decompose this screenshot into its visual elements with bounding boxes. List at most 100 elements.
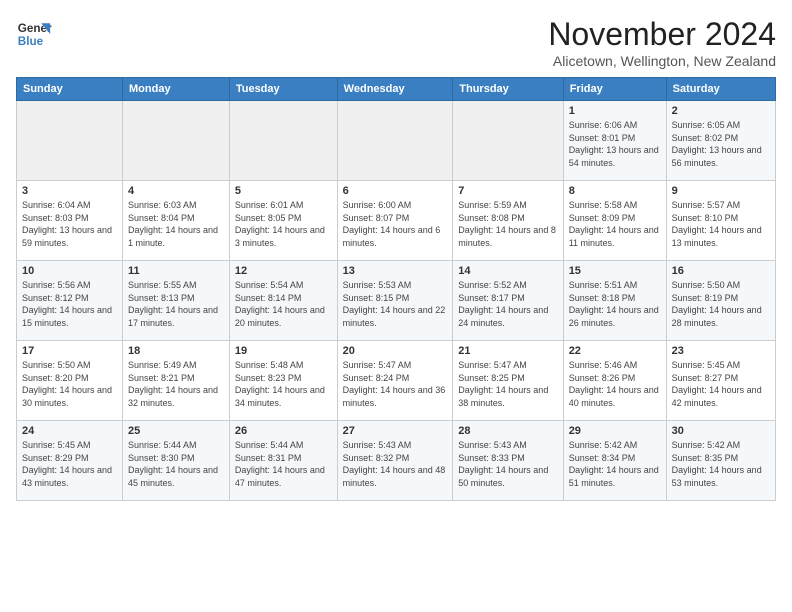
day-info: Sunrise: 5:50 AM Sunset: 8:20 PM Dayligh…	[22, 359, 117, 409]
day-number: 6	[343, 185, 448, 197]
day-number: 24	[22, 425, 117, 437]
day-number: 26	[235, 425, 332, 437]
day-info: Sunrise: 6:03 AM Sunset: 8:04 PM Dayligh…	[128, 199, 224, 249]
day-info: Sunrise: 5:47 AM Sunset: 8:25 PM Dayligh…	[458, 359, 557, 409]
table-row: 30Sunrise: 5:42 AM Sunset: 8:35 PM Dayli…	[666, 421, 775, 501]
day-number: 5	[235, 185, 332, 197]
day-number: 16	[672, 265, 770, 277]
table-row: 4 Sunrise: 6:03 AM Sunset: 8:04 PM Daylig…	[123, 181, 230, 261]
col-friday: Friday	[563, 78, 666, 101]
day-info: Sunrise: 5:59 AM Sunset: 8:08 PM Dayligh…	[458, 199, 557, 249]
day-info: Sunrise: 5:49 AM Sunset: 8:21 PM Dayligh…	[128, 359, 224, 409]
svg-text:Blue: Blue	[18, 35, 44, 48]
calendar-week-5: 24 Sunrise: 5:45 AM Sunset: 8:29 PM Dayli…	[17, 421, 776, 501]
day-info: Sunrise: 5:52 AM Sunset: 8:17 PM Dayligh…	[458, 279, 557, 329]
table-row: 22 Sunrise: 5:46 AM Sunset: 8:26 PM Dayli…	[563, 341, 666, 421]
day-info: Sunrise: 5:46 AM Sunset: 8:26 PM Dayligh…	[569, 359, 661, 409]
day-number: 20	[343, 345, 448, 357]
day-number: 10	[22, 265, 117, 277]
day-info: Sunrise: 5:45 AM Sunset: 8:29 PM Dayligh…	[22, 439, 117, 489]
day-info: Sunrise: 5:55 AM Sunset: 8:13 PM Dayligh…	[128, 279, 224, 329]
logo-icon: General Blue	[16, 16, 52, 52]
table-row: 17 Sunrise: 5:50 AM Sunset: 8:20 PM Dayli…	[17, 341, 123, 421]
day-number: 8	[569, 185, 661, 197]
table-row: 12 Sunrise: 5:54 AM Sunset: 8:14 PM Dayli…	[229, 261, 337, 341]
table-row: 3 Sunrise: 6:04 AM Sunset: 8:03 PM Daylig…	[17, 181, 123, 261]
day-number: 27	[343, 425, 448, 437]
day-info: Sunrise: 5:43 AM Sunset: 8:32 PM Dayligh…	[343, 439, 448, 489]
table-row: 9 Sunrise: 5:57 AM Sunset: 8:10 PM Daylig…	[666, 181, 775, 261]
table-row: 29 Sunrise: 5:42 AM Sunset: 8:34 PM Dayli…	[563, 421, 666, 501]
day-info: Sunrise: 5:43 AM Sunset: 8:33 PM Dayligh…	[458, 439, 557, 489]
table-row: 25Sunrise: 5:44 AM Sunset: 8:30 PM Dayli…	[123, 421, 230, 501]
day-number: 9	[672, 185, 770, 197]
table-row: 18 Sunrise: 5:49 AM Sunset: 8:21 PM Dayli…	[123, 341, 230, 421]
day-number: 11	[128, 265, 224, 277]
day-number: 28	[458, 425, 557, 437]
table-row: 13 Sunrise: 5:53 AM Sunset: 8:15 PM Dayli…	[337, 261, 453, 341]
day-info: Sunrise: 5:45 AM Sunset: 8:27 PM Dayligh…	[672, 359, 770, 409]
table-row: 15 Sunrise: 5:51 AM Sunset: 8:18 PM Dayli…	[563, 261, 666, 341]
table-row: 14 Sunrise: 5:52 AM Sunset: 8:17 PM Dayli…	[453, 261, 563, 341]
day-number: 14	[458, 265, 557, 277]
col-sunday: Sunday	[17, 78, 123, 101]
day-info: Sunrise: 6:05 AM Sunset: 8:02 PM Dayligh…	[672, 119, 770, 169]
table-row: 2 Sunrise: 6:05 AM Sunset: 8:02 PM Daylig…	[666, 101, 775, 181]
day-number: 3	[22, 185, 117, 197]
day-info: Sunrise: 5:42 AM Sunset: 8:35 PM Dayligh…	[672, 439, 770, 489]
day-number: 1	[569, 105, 661, 117]
day-number: 22	[569, 345, 661, 357]
col-wednesday: Wednesday	[337, 78, 453, 101]
col-tuesday: Tuesday	[229, 78, 337, 101]
day-number: 23	[672, 345, 770, 357]
day-info: Sunrise: 5:57 AM Sunset: 8:10 PM Dayligh…	[672, 199, 770, 249]
day-info: Sunrise: 5:54 AM Sunset: 8:14 PM Dayligh…	[235, 279, 332, 329]
day-number: 25	[128, 425, 224, 437]
day-number: 4	[128, 185, 224, 197]
day-info: Sunrise: 6:00 AM Sunset: 8:07 PM Dayligh…	[343, 199, 448, 249]
day-info: Sunrise: 5:50 AM Sunset: 8:19 PM Dayligh…	[672, 279, 770, 329]
day-info: Sunrise: 5:47 AM Sunset: 8:24 PM Dayligh…	[343, 359, 448, 409]
day-info: Sunrise: 5:53 AM Sunset: 8:15 PM Dayligh…	[343, 279, 448, 329]
col-monday: Monday	[123, 78, 230, 101]
table-row: 24 Sunrise: 5:45 AM Sunset: 8:29 PM Dayli…	[17, 421, 123, 501]
calendar-week-3: 10 Sunrise: 5:56 AM Sunset: 8:12 PM Dayli…	[17, 261, 776, 341]
day-info: Sunrise: 6:06 AM Sunset: 8:01 PM Dayligh…	[569, 119, 661, 169]
day-info: Sunrise: 6:04 AM Sunset: 8:03 PM Dayligh…	[22, 199, 117, 249]
day-info: Sunrise: 5:56 AM Sunset: 8:12 PM Dayligh…	[22, 279, 117, 329]
table-row	[17, 101, 123, 181]
day-number: 2	[672, 105, 770, 117]
calendar-week-4: 17 Sunrise: 5:50 AM Sunset: 8:20 PM Dayli…	[17, 341, 776, 421]
day-info: Sunrise: 5:42 AM Sunset: 8:34 PM Dayligh…	[569, 439, 661, 489]
header: General Blue November 2024 Alicetown, We…	[16, 16, 776, 69]
calendar-week-1: 1 Sunrise: 6:06 AM Sunset: 8:01 PM Daylig…	[17, 101, 776, 181]
calendar-title: November 2024	[548, 16, 776, 53]
day-number: 29	[569, 425, 661, 437]
table-row: 23 Sunrise: 5:45 AM Sunset: 8:27 PM Dayli…	[666, 341, 775, 421]
table-row: 7Sunrise: 5:59 AM Sunset: 8:08 PM Daylig…	[453, 181, 563, 261]
table-row	[123, 101, 230, 181]
day-number: 15	[569, 265, 661, 277]
day-number: 21	[458, 345, 557, 357]
table-row	[229, 101, 337, 181]
table-row: 16 Sunrise: 5:50 AM Sunset: 8:19 PM Dayli…	[666, 261, 775, 341]
day-number: 13	[343, 265, 448, 277]
day-number: 12	[235, 265, 332, 277]
table-row: 19Sunrise: 5:48 AM Sunset: 8:23 PM Dayli…	[229, 341, 337, 421]
table-row: 28 Sunrise: 5:43 AM Sunset: 8:33 PM Dayli…	[453, 421, 563, 501]
col-thursday: Thursday	[453, 78, 563, 101]
table-row	[337, 101, 453, 181]
day-number: 19	[235, 345, 332, 357]
header-row: Sunday Monday Tuesday Wednesday Thursday…	[17, 78, 776, 101]
title-area: November 2024 Alicetown, Wellington, New…	[548, 16, 776, 69]
table-row: 1 Sunrise: 6:06 AM Sunset: 8:01 PM Daylig…	[563, 101, 666, 181]
logo: General Blue	[16, 16, 52, 52]
calendar-table: Sunday Monday Tuesday Wednesday Thursday…	[16, 77, 776, 501]
day-info: Sunrise: 6:01 AM Sunset: 8:05 PM Dayligh…	[235, 199, 332, 249]
table-row: 6 Sunrise: 6:00 AM Sunset: 8:07 PM Daylig…	[337, 181, 453, 261]
day-number: 17	[22, 345, 117, 357]
day-number: 18	[128, 345, 224, 357]
table-row: 20 Sunrise: 5:47 AM Sunset: 8:24 PM Dayli…	[337, 341, 453, 421]
calendar-subtitle: Alicetown, Wellington, New Zealand	[548, 53, 776, 69]
day-info: Sunrise: 5:51 AM Sunset: 8:18 PM Dayligh…	[569, 279, 661, 329]
